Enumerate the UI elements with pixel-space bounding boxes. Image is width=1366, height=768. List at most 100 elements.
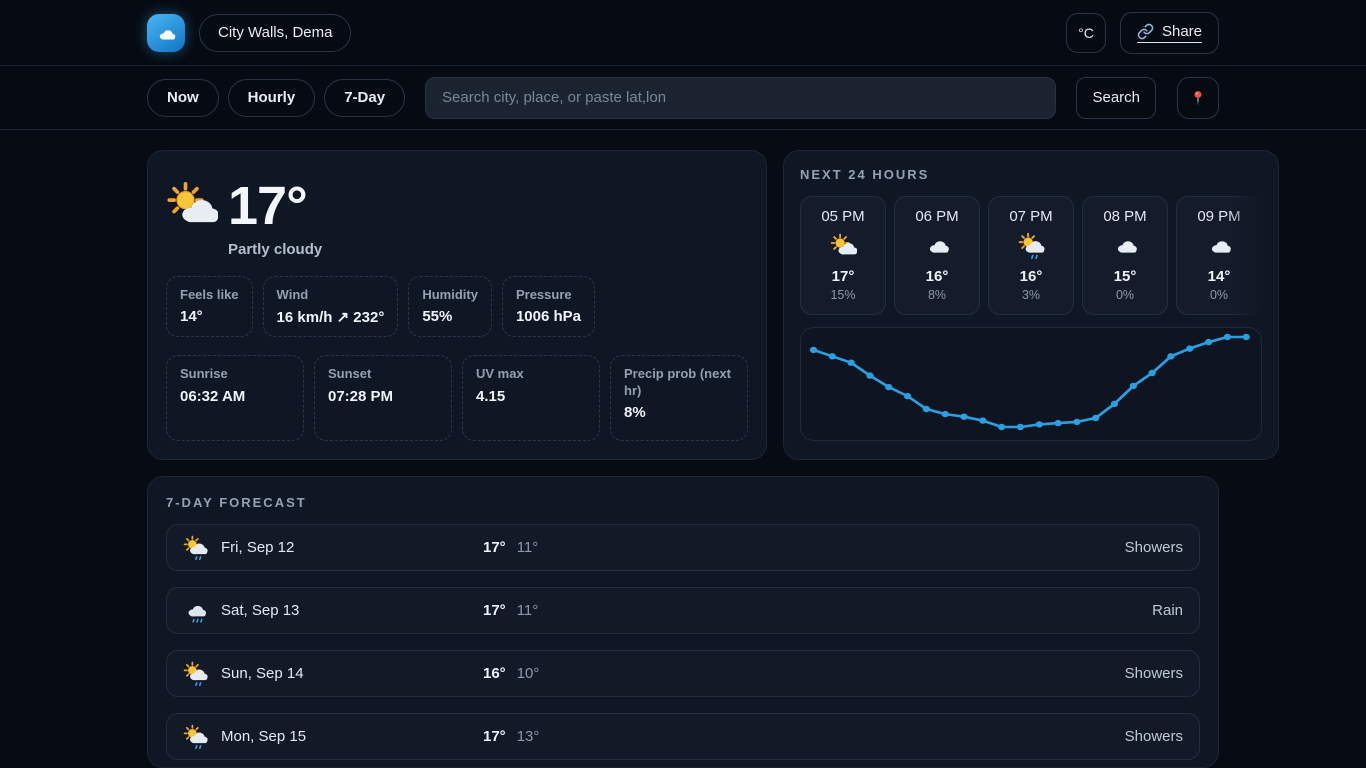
- pushpin-icon: [1188, 88, 1208, 108]
- forecast-day: Mon, Sep 15: [221, 728, 306, 745]
- hour-precip: 15%: [805, 288, 881, 302]
- current-temperature: 17°: [228, 179, 307, 233]
- stat-label: Wind: [277, 287, 385, 303]
- current-condition: Partly cloudy: [228, 241, 748, 258]
- hour-cell: 06 PM 16° 8%: [894, 196, 980, 315]
- partly-cloudy-icon: [166, 179, 218, 231]
- stat-value: 06:32 AM: [180, 388, 290, 405]
- app-logo: [147, 14, 185, 52]
- stat-sunset: Sunset 07:28 PM: [314, 355, 452, 441]
- hour-precip: 0%: [1087, 288, 1163, 302]
- next-24-hours-title: NEXT 24 HOURS: [800, 167, 1262, 182]
- forecast-low: 13°: [517, 728, 540, 745]
- sun-rain-icon: [993, 232, 1069, 264]
- search-input[interactable]: [425, 77, 1056, 119]
- sun-rain-icon: [183, 724, 208, 749]
- seven-day-forecast-title: 7-DAY FORECAST: [166, 495, 1200, 510]
- hour-cell: 08 PM 15° 0%: [1082, 196, 1168, 315]
- stat-value: 1006 hPa: [516, 308, 581, 325]
- link-icon: [1137, 23, 1154, 40]
- stat-value: 55%: [422, 308, 478, 325]
- sun-rain-icon: [183, 661, 208, 686]
- forecast-high: 17°: [483, 539, 506, 556]
- forecast-condition: Showers: [1125, 728, 1183, 745]
- hour-time: 06 PM: [899, 208, 975, 225]
- hour-temp: 16°: [993, 268, 1069, 285]
- hour-precip: 3%: [993, 288, 1069, 302]
- stat-sunrise: Sunrise 06:32 AM: [166, 355, 304, 441]
- forecast-high: 17°: [483, 602, 506, 619]
- stat-humidity: Humidity 55%: [408, 276, 492, 337]
- stat-uv-max: UV max 4.15: [462, 355, 600, 441]
- seven-day-forecast-card: 7-DAY FORECAST Fri, Sep 12 17° 11° Showe…: [147, 476, 1219, 768]
- stat-value: 8%: [624, 404, 734, 421]
- forecast-row: Sat, Sep 13 17° 11° Rain: [166, 587, 1200, 634]
- current-conditions-card: 17° Partly cloudy Feels like 14° Wind 16 km…: [147, 150, 767, 460]
- main-content: 17° Partly cloudy Feels like 14° Wind 16 km…: [147, 150, 1219, 768]
- forecast-day: Fri, Sep 12: [221, 539, 294, 556]
- hour-time: 08 PM: [1087, 208, 1163, 225]
- forecast-condition: Showers: [1125, 539, 1183, 556]
- stat-wind: Wind 16 km/h ↗ 232°: [263, 276, 399, 337]
- hour-cell: 05 PM 17° 15%: [800, 196, 886, 315]
- stat-value: 4.15: [476, 388, 586, 405]
- cloud-icon: [155, 22, 177, 44]
- sun-cloud-icon: [805, 232, 881, 264]
- location-button[interactable]: City Walls, Dema: [199, 14, 351, 52]
- stat-value: 14°: [180, 308, 239, 325]
- hour-precip: 0%: [1181, 288, 1257, 302]
- hour-temp: 14°: [1181, 268, 1257, 285]
- stat-label: Sunset: [328, 366, 438, 382]
- current-stats-row-2: Sunrise 06:32 AM Sunset 07:28 PM UV max 4.15 P…: [166, 355, 748, 441]
- main-nav: Now Hourly 7-Day Search: [0, 66, 1366, 130]
- temperature-chart: [800, 327, 1262, 441]
- unit-toggle-button[interactable]: °C: [1066, 13, 1106, 53]
- daily-rows: Fri, Sep 12 17° 11° Showers Sat, Sep 13 …: [166, 524, 1200, 768]
- hour-temp: 16°: [899, 268, 975, 285]
- share-button-label: Share: [1162, 23, 1202, 40]
- tab-now[interactable]: Now: [147, 79, 219, 117]
- next-24-hours-card: NEXT 24 HOURS 05 PM 17° 15%06 PM 16° 8%0…: [783, 150, 1279, 460]
- tab-hourly[interactable]: Hourly: [228, 79, 316, 117]
- forecast-row: Fri, Sep 12 17° 11° Showers: [166, 524, 1200, 571]
- hour-temp: 15°: [1087, 268, 1163, 285]
- cloud-icon: [1087, 232, 1163, 264]
- forecast-day: Sun, Sep 14: [221, 665, 304, 682]
- cloud-icon: [1181, 232, 1257, 264]
- hour-cell: 09 PM 14° 0%: [1176, 196, 1262, 315]
- forecast-row: Mon, Sep 15 17° 13° Showers: [166, 713, 1200, 760]
- forecast-day: Sat, Sep 13: [221, 602, 299, 619]
- forecast-low: 10°: [517, 665, 540, 682]
- forecast-condition: Rain: [1152, 602, 1183, 619]
- share-button[interactable]: Share: [1120, 12, 1219, 54]
- geolocate-button[interactable]: [1177, 77, 1219, 119]
- hour-temp: 17°: [805, 268, 881, 285]
- stat-value: 07:28 PM: [328, 388, 438, 405]
- search-button[interactable]: Search: [1076, 77, 1156, 119]
- forecast-row: Sun, Sep 14 16° 10° Showers: [166, 650, 1200, 697]
- current-stats-row-1: Feels like 14° Wind 16 km/h ↗ 232° Humidity 5…: [166, 276, 748, 337]
- stat-pressure: Pressure 1006 hPa: [502, 276, 595, 337]
- hour-time: 05 PM: [805, 208, 881, 225]
- rain-icon: [183, 598, 208, 623]
- forecast-high: 17°: [483, 728, 506, 745]
- cloud-icon: [899, 232, 975, 264]
- hour-precip: 8%: [899, 288, 975, 302]
- stat-label: Feels like: [180, 287, 239, 303]
- forecast-low: 11°: [517, 602, 539, 619]
- hour-cell: 07 PM 16° 3%: [988, 196, 1074, 315]
- hour-time: 09 PM: [1181, 208, 1257, 225]
- stat-feels-like: Feels like 14°: [166, 276, 253, 337]
- stat-label: Precip prob (next hr): [624, 366, 734, 399]
- forecast-low: 11°: [517, 539, 539, 556]
- hourly-strip: 05 PM 17° 15%06 PM 16° 8%07 PM 16° 3%08 …: [800, 196, 1262, 315]
- stat-value: 16 km/h ↗ 232°: [277, 308, 385, 326]
- tab-7day[interactable]: 7-Day: [324, 79, 405, 117]
- stat-precip-prob-next-hr: Precip prob (next hr) 8%: [610, 355, 748, 441]
- stat-label: Sunrise: [180, 366, 290, 382]
- stat-label: Pressure: [516, 287, 581, 303]
- forecast-condition: Showers: [1125, 665, 1183, 682]
- stat-label: UV max: [476, 366, 586, 382]
- stat-label: Humidity: [422, 287, 478, 303]
- hour-time: 07 PM: [993, 208, 1069, 225]
